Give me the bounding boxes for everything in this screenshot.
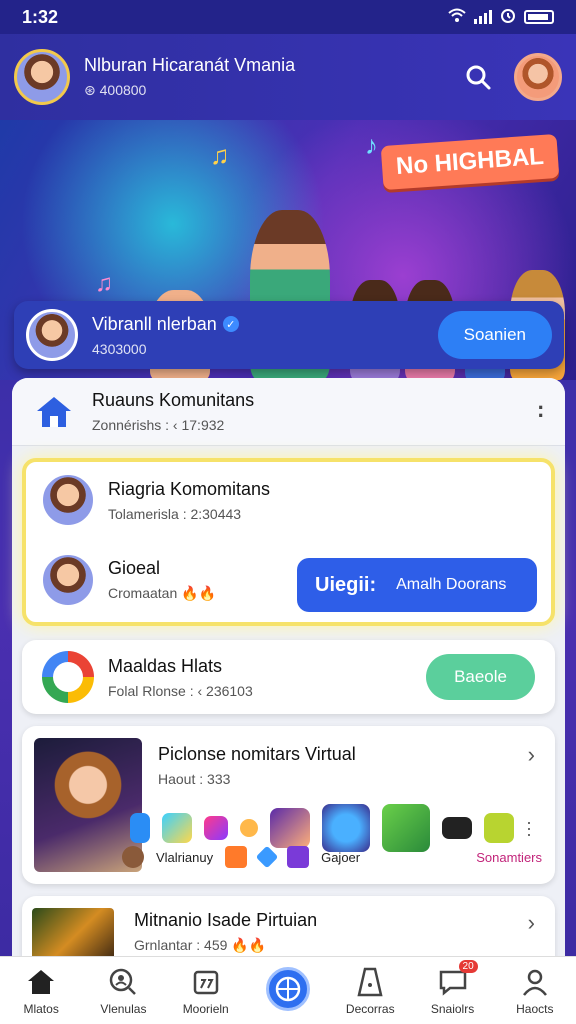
more-icon[interactable]: · · · — [526, 813, 532, 843]
profile-card[interactable]: Vibranll nlerban ✓ 4303000 Soanien — [14, 301, 564, 369]
avatar[interactable] — [14, 49, 70, 105]
verified-icon: ✓ — [222, 316, 239, 332]
chevron-right-icon[interactable]: › — [528, 742, 535, 768]
app-header: Nlburan Hicaranát Vmania ⊛ 400800 — [0, 34, 576, 120]
profile-action-button[interactable]: Soanien — [437, 311, 552, 359]
nav-item-home[interactable]: Mlatos — [5, 966, 77, 1016]
join-button-label: Uiegii: — [315, 573, 377, 596]
virtual-foot-left: Vlalrianuy — [156, 849, 214, 865]
nav-item-moorieln[interactable]: Moorieln — [170, 966, 242, 1016]
community-title: Ruauns Komunitans — [92, 390, 255, 410]
list-item-virtual[interactable]: Piclonse nomitars Virtual Haout : 333 › … — [22, 726, 555, 884]
app-icon[interactable] — [162, 813, 192, 843]
music-note-icon: ♫ — [210, 140, 230, 170]
app-icon[interactable] — [130, 813, 150, 843]
notification-badge: 20 — [458, 959, 478, 973]
virtual-foot-mid: Gajoer — [321, 849, 361, 865]
app-icon[interactable] — [225, 846, 248, 868]
chevron-right-icon[interactable]: › — [528, 910, 535, 936]
nav-label: Snaiolrs — [430, 1001, 475, 1016]
profile-sub: 4303000 — [92, 340, 147, 357]
nav-item-center[interactable] — [252, 966, 324, 1011]
app-icon[interactable] — [322, 804, 370, 852]
app-icon[interactable] — [442, 817, 472, 839]
google-icon — [42, 651, 94, 703]
home-icon — [32, 390, 76, 434]
app-icon[interactable] — [287, 846, 310, 868]
group-avatar — [40, 552, 96, 608]
nav-label: Mlatos — [23, 1001, 59, 1016]
music-note-icon: ♫ — [95, 270, 113, 297]
join-button-sublabel: Amalh Doorans — [396, 576, 507, 593]
music-note-icon: ♪ — [365, 130, 378, 160]
nav-item-vlenulas[interactable]: Vlenulas — [87, 966, 159, 1016]
featured-title-2: Gioeal — [108, 558, 161, 578]
maaldas-sub: Folal Rlonse : ‹ 236103 — [108, 682, 253, 699]
join-button[interactable]: Uiegii: Amalh Doorans — [297, 558, 537, 612]
profile-name: Vibranll nlerban — [92, 313, 217, 334]
signal-icon — [474, 10, 492, 24]
app-icon[interactable] — [382, 804, 430, 852]
app-icon[interactable] — [270, 808, 310, 848]
status-time: 1:32 — [22, 6, 59, 27]
banner-tag: No HIGHBAL — [380, 133, 560, 191]
nav-label: Vlenulas — [100, 1001, 147, 1016]
header-sub: ⊛ 400800 — [84, 82, 147, 98]
virtual-foot-right: Sonamtiers — [476, 849, 542, 865]
list-item-maaldas[interactable]: Maaldas Hlats Folal Rlonse : ‹ 236103 Ba… — [22, 640, 555, 714]
nav-label: Moorieln — [182, 1001, 229, 1016]
status-bar: 1:32 — [0, 0, 576, 34]
featured-title-1: Riagria Komomitans — [108, 478, 271, 499]
search-people-icon — [106, 966, 140, 998]
community-list: Ruauns Komunitans Zonnérishs : ‹ 17:932 … — [12, 378, 565, 978]
nav-label: Haocts — [516, 1001, 554, 1016]
battery-icon — [524, 10, 554, 24]
mitnanio-sub: Grnlantar : 459 🔥🔥 — [134, 937, 267, 953]
mitnanio-title: Mitnanio Isade Pirtuian — [134, 910, 318, 930]
more-icon[interactable]: · · — [538, 396, 545, 426]
group-avatar — [40, 472, 96, 528]
maaldas-title: Maaldas Hlats — [108, 655, 223, 676]
alarm-icon — [500, 7, 516, 27]
featured-card[interactable]: Riagria Komomitans Tolamerisla : 2:30443… — [22, 458, 555, 626]
virtual-sub: Haout : 333 — [158, 771, 231, 787]
nav-label: Decorras — [345, 1001, 395, 1016]
app-icon[interactable] — [240, 819, 258, 837]
app-icon[interactable] — [204, 816, 228, 840]
nav-item-decorras[interactable]: Decorras — [334, 966, 406, 1016]
avatar — [26, 309, 78, 361]
app-icon[interactable] — [484, 813, 514, 843]
home-icon — [24, 966, 58, 998]
virtual-title: Piclonse nomitars Virtual — [158, 744, 356, 764]
community-sub: Zonnérishs : ‹ 17:932 — [92, 417, 225, 433]
featured-sub-2: Cromaatan 🔥🔥 — [108, 585, 217, 601]
bottom-nav: Mlatos Vlenulas Moorieln Decorras 20 Sna… — [0, 956, 576, 1024]
nav-item-haocts[interactable]: Haocts — [499, 966, 571, 1016]
featured-sub-1: Tolamerisla : 2:30443 — [108, 505, 242, 522]
header-name: Nlburan Hicaranát Vmania — [84, 55, 296, 75]
gem-icon — [255, 845, 279, 869]
avatar — [122, 846, 144, 868]
globe-icon — [265, 966, 310, 1011]
list-item-community[interactable]: Ruauns Komunitans Zonnérishs : ‹ 17:932 … — [12, 378, 565, 446]
profile-icon — [518, 966, 552, 998]
wifi-icon — [448, 8, 466, 26]
document-icon — [353, 966, 387, 998]
app-strip: · · · — [130, 804, 532, 852]
profile-avatar[interactable] — [514, 53, 562, 101]
nav-item-snaiolrs[interactable]: 20 Snaiolrs — [417, 959, 489, 1016]
calendar-icon — [189, 966, 223, 998]
search-icon[interactable] — [458, 57, 498, 97]
maaldas-button[interactable]: Baeole — [426, 654, 535, 700]
